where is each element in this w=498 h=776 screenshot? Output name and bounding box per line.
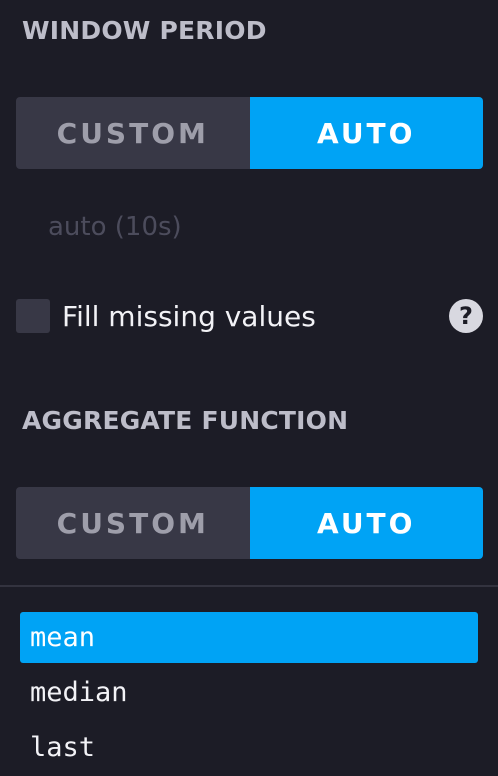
window-period-title: WINDOW PERIOD [22,16,267,45]
query-builder-panel: WINDOW PERIOD CUSTOM AUTO auto (10s) Fil… [0,0,498,776]
fill-missing-checkbox[interactable] [16,299,50,333]
window-period-custom-button[interactable]: CUSTOM [16,97,250,169]
aggregate-function-list: mean median last [20,612,478,776]
window-period-auto-button[interactable]: AUTO [249,97,483,169]
aggregate-function-title: AGGREGATE FUNCTION [22,406,349,435]
question-circle-icon[interactable]: ? [449,299,483,333]
aggregate-function-toggle: CUSTOM AUTO [16,487,483,559]
window-period-auto-value: auto (10s) [48,212,182,242]
aggregate-auto-button[interactable]: AUTO [249,487,483,559]
function-item-mean[interactable]: mean [20,612,478,663]
divider [0,585,498,587]
window-period-toggle: CUSTOM AUTO [16,97,483,169]
fill-missing-row: Fill missing values ? [16,296,483,336]
function-item-last[interactable]: last [20,722,478,773]
function-item-median[interactable]: median [20,667,478,718]
fill-missing-label[interactable]: Fill missing values [62,300,316,333]
aggregate-custom-button[interactable]: CUSTOM [16,487,250,559]
